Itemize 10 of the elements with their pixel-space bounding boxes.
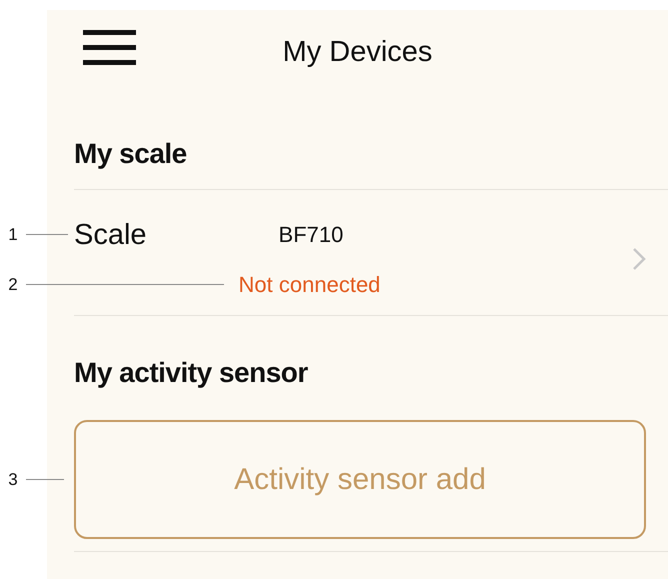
callout-number: 2 — [7, 274, 19, 296]
connection-status: Not connected — [238, 271, 382, 300]
section-heading: My scale — [73, 137, 188, 171]
callout-number: 1 — [7, 224, 19, 246]
callout-number: 3 — [7, 468, 19, 491]
device-model: BF710 — [278, 221, 344, 250]
section-heading: My activity sensor — [73, 356, 309, 390]
device-label: Scale — [74, 218, 147, 252]
device-row[interactable]: Scale BF710 Not connected — [47, 190, 668, 316]
screen-title: My Devices — [282, 34, 432, 70]
